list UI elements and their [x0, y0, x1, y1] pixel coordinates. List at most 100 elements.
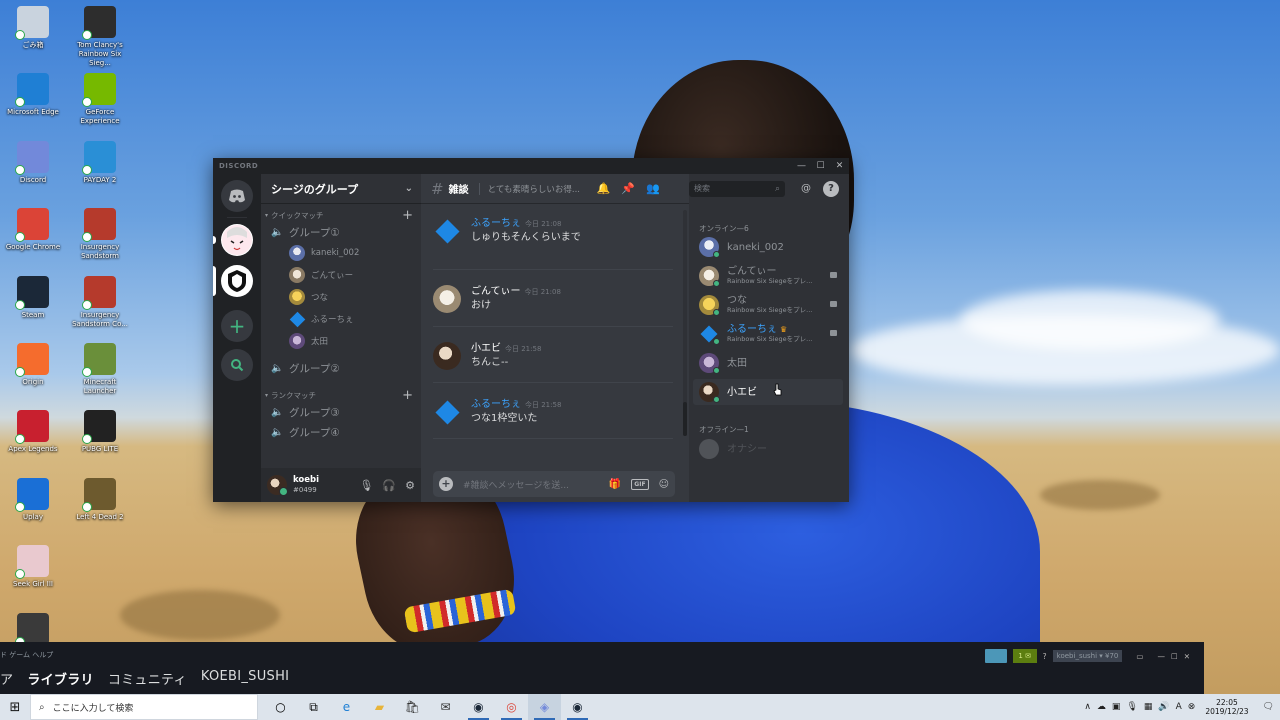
pin-icon[interactable]: 📌	[621, 182, 635, 195]
maximize-icon[interactable]: ☐	[811, 161, 830, 171]
members-icon[interactable]: 👥	[646, 182, 660, 195]
voice-user-furuche[interactable]: ふるーちぇ	[261, 308, 421, 330]
minimize-icon[interactable]: —	[1157, 652, 1165, 661]
message-composer[interactable]: + #雑談へメッセージを送... 🎁 GIF ☺	[433, 471, 675, 497]
taskbar-search[interactable]: ⌕ ここに入力して検索	[30, 694, 258, 720]
task-view-icon[interactable]: ⧉	[297, 694, 330, 720]
member-offline[interactable]: オナシー	[693, 436, 843, 462]
desktop-shortcut[interactable]: ごみ箱	[0, 6, 66, 50]
volume-icon[interactable]: 🔊	[1158, 702, 1169, 712]
category-quick-match[interactable]: ▾ クイックマッチ +	[261, 208, 421, 223]
mentions-icon[interactable]: @	[798, 181, 814, 197]
close-icon[interactable]: ✕	[1184, 652, 1190, 661]
discord-icon[interactable]: ◈	[528, 694, 561, 720]
ime-indicator[interactable]: A	[1176, 702, 1182, 712]
desktop-shortcut[interactable]: Discord	[0, 140, 66, 185]
microphone-icon[interactable]: 🎙	[359, 479, 373, 492]
steam-icon[interactable]: ◉	[561, 694, 594, 720]
minimize-icon[interactable]: —	[792, 161, 811, 171]
steam-nav-community[interactable]: コミュニティ	[108, 669, 187, 688]
desktop-shortcut[interactable]: Insurgency Sandstorm	[67, 208, 133, 261]
ime-icon[interactable]: ⊗	[1188, 702, 1196, 712]
microphone-icon[interactable]: 🎙	[1126, 702, 1137, 712]
home-button[interactable]	[221, 180, 253, 212]
edge-icon[interactable]: e	[330, 694, 363, 720]
help-icon[interactable]: ?	[823, 181, 839, 197]
explore-servers-button[interactable]	[221, 349, 253, 381]
chevron-up-icon[interactable]: ∧	[1084, 702, 1091, 712]
desktop-shortcut[interactable]: Apex Legends	[0, 410, 66, 454]
member-koebi[interactable]: 小エビ	[693, 379, 843, 405]
desktop-shortcut[interactable]: Uplay	[0, 477, 66, 522]
steam-nav-profile[interactable]: KOEBI_SUSHI	[201, 669, 289, 688]
voice-user-kaneki[interactable]: kaneki_002	[261, 242, 421, 264]
message-author[interactable]: 小エビ	[471, 343, 501, 354]
voice-channel-group-2[interactable]: 🔈 グループ②	[261, 358, 421, 378]
notifications-badge[interactable]: 1 ✉	[1012, 649, 1037, 663]
screenshot-icon[interactable]: ▭	[1136, 652, 1143, 661]
create-channel-icon[interactable]: +	[402, 388, 413, 403]
settings-gear-icon[interactable]: ⚙	[405, 479, 415, 492]
guild-icon-anime[interactable]	[221, 224, 253, 256]
member-ota[interactable]: 太田	[693, 350, 843, 376]
create-channel-icon[interactable]: +	[402, 208, 413, 223]
close-icon[interactable]: ✕	[830, 161, 849, 171]
message-input[interactable]: #雑談へメッセージを送...	[463, 478, 579, 491]
maximize-icon[interactable]: ☐	[1171, 652, 1178, 661]
cortana-icon[interactable]: ○	[264, 694, 297, 720]
desktop-shortcut[interactable]: Tom Clancy's Rainbow Six Sieg...	[67, 6, 133, 68]
windows-start-icon[interactable]: ⊞	[0, 694, 30, 720]
voice-channel-group-1[interactable]: 🔈 グループ①	[261, 222, 421, 242]
member-furuche[interactable]: ふるーちぇ ♛ Rainbow Six Siegeをプレ...	[693, 321, 843, 347]
guild-icon-rainbow-six[interactable]	[221, 265, 253, 297]
bell-icon[interactable]: 🔔	[597, 182, 611, 195]
desktop-shortcut[interactable]: PUBG LITE	[67, 410, 133, 454]
gif-button[interactable]: GIF	[631, 478, 649, 490]
clock[interactable]: 22:05 2019/12/23	[1205, 698, 1248, 716]
message[interactable]: ふるーちぇ 今日 21:58 つな1枠空いた	[433, 398, 669, 426]
file-explorer-icon[interactable]: ▰	[363, 694, 396, 720]
message-author[interactable]: ふるーちぇ	[471, 399, 521, 410]
onedrive-icon[interactable]: ☁	[1097, 702, 1106, 712]
account-menu[interactable]: koebi_sushi ▾ ¥70	[1052, 650, 1123, 662]
server-header[interactable]: シージのグループ ⌄	[261, 174, 421, 204]
avatar[interactable]	[267, 475, 288, 496]
chat-scrollbar[interactable]	[683, 210, 687, 436]
voice-user-ota[interactable]: 太田	[261, 330, 421, 352]
broadcast-icon[interactable]	[984, 649, 1007, 663]
upload-plus-icon[interactable]: +	[439, 477, 453, 491]
network-icon[interactable]: ▦	[1144, 702, 1153, 712]
steam-nav-library[interactable]: ライブラリ	[27, 669, 94, 688]
voice-user-gontei[interactable]: ごんてぃー	[261, 264, 421, 286]
message[interactable]: ふるーちぇ 今日 21:08 しゅりもそんくらいまで	[433, 217, 669, 245]
voice-channel-group-3[interactable]: 🔈 グループ③	[261, 402, 421, 422]
notification-center-icon[interactable]: 🗨	[1263, 702, 1274, 712]
voice-channel-group-4[interactable]: 🔈 グループ④	[261, 422, 421, 442]
discord-titlebar[interactable]: DISCORD — ☐ ✕	[213, 158, 849, 174]
emoji-icon[interactable]: ☺	[659, 479, 669, 490]
add-server-button[interactable]: +	[221, 310, 253, 342]
desktop-shortcut[interactable]: Google Chrome	[0, 208, 66, 252]
desktop-shortcut[interactable]: GeForce Experience	[67, 73, 133, 126]
message-author[interactable]: ごんてぃー	[471, 286, 521, 297]
message[interactable]: ごんてぃー 今日 21:08 おけ	[433, 285, 669, 313]
desktop-shortcut[interactable]: PAYDAY 2	[67, 140, 133, 185]
steam-nav-store[interactable]: ア	[0, 669, 13, 688]
gift-icon[interactable]: 🎁	[609, 479, 621, 490]
voice-user-tsuna[interactable]: つな	[261, 286, 421, 308]
mail-icon[interactable]: ✉	[429, 694, 462, 720]
desktop-shortcut[interactable]: Seek Girl III	[0, 545, 66, 589]
tray-app-icon[interactable]: ▣	[1112, 702, 1121, 712]
search-input[interactable]: 検索 ⌕	[689, 181, 785, 197]
channel-topic[interactable]: とても素晴らしいお得...	[478, 182, 587, 195]
member-tsuna[interactable]: つな Rainbow Six Siegeをプレ...	[693, 292, 843, 318]
chrome-icon[interactable]: ◎	[495, 694, 528, 720]
category-ranked-match[interactable]: ▾ ランクマッチ +	[261, 388, 421, 403]
message-author[interactable]: ふるーちぇ	[471, 218, 521, 229]
steam-icon[interactable]: ◉	[462, 694, 495, 720]
desktop-shortcut[interactable]: Left 4 Dead 2	[67, 477, 133, 522]
member-kaneki[interactable]: kaneki_002	[693, 234, 843, 260]
steam-menu-bar[interactable]: ド ゲーム ヘルプ	[0, 650, 53, 660]
desktop-shortcut[interactable]: Origin	[0, 343, 66, 387]
desktop-shortcut[interactable]: Minecraft Launcher	[67, 343, 133, 396]
